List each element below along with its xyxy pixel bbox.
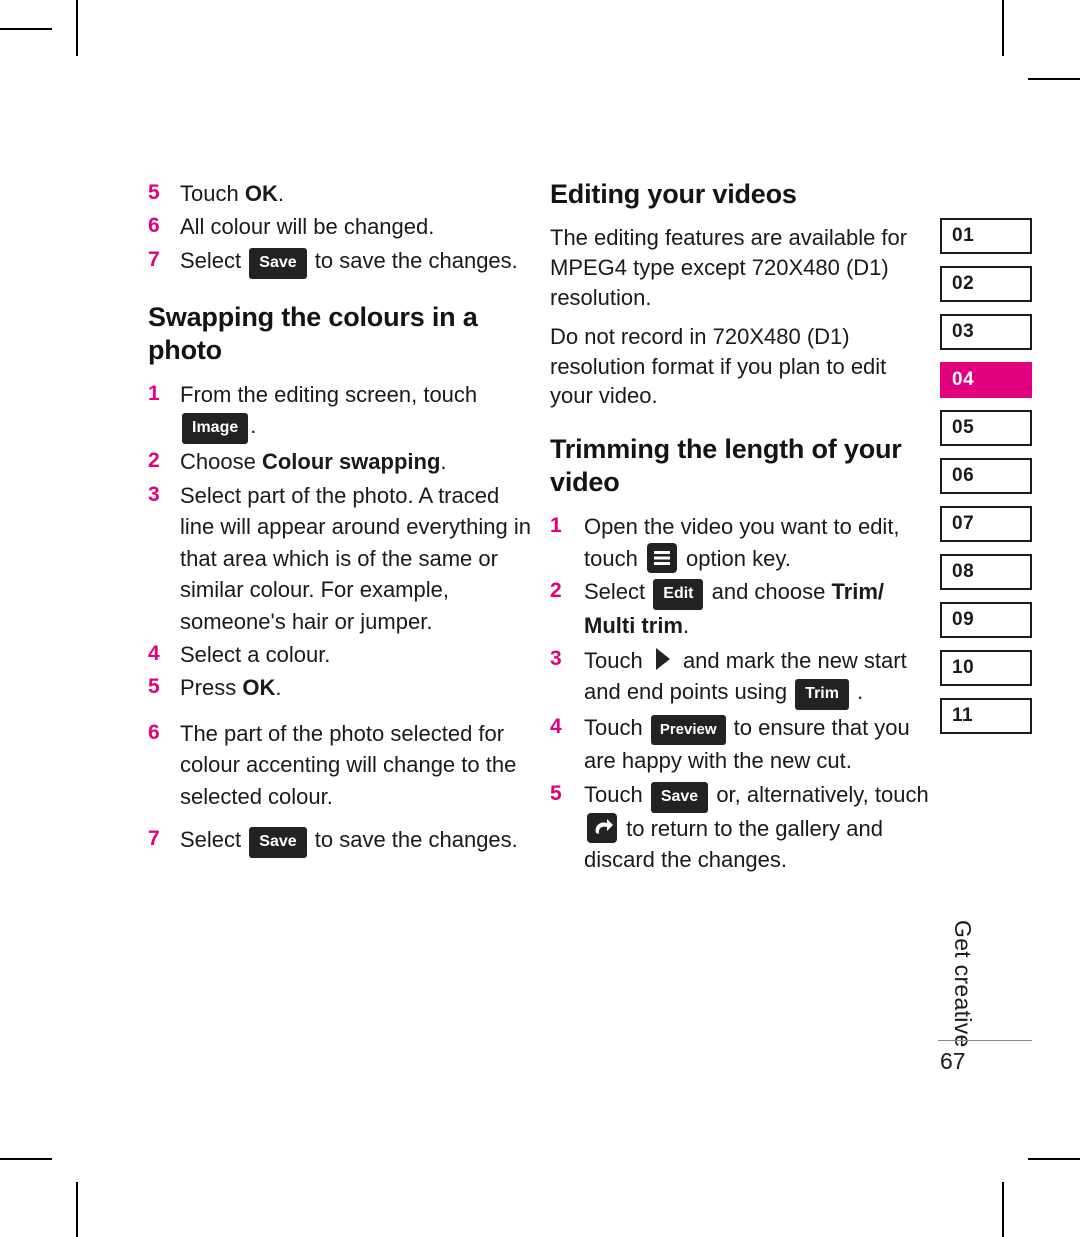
step-number: 2 [550,579,562,603]
page-title-trimming: Trimming the length of your video [550,434,902,498]
save-key-chip[interactable]: Save [249,247,307,279]
list-item: 4 Touch Preview to ensure that you are h… [550,712,935,776]
step-number: 4 [148,641,160,665]
swapping-colours-steps: 1 From the editing screen, touch Image. … [148,379,538,859]
step-text: Select [180,247,248,273]
step-text: Press [180,675,243,701]
continued-steps-list: 5 Touch OK. 6 All colour will be changed… [148,178,538,279]
step-text: Select [180,827,248,853]
chapter-tab-rail: 01 02 03 04 05 06 07 08 09 10 11 [940,218,1032,746]
paragraph-editing-features: The editing features are available for M… [550,224,908,310]
step-bold: OK [242,675,276,701]
chapter-tab-04[interactable]: 04 [940,362,1032,398]
step-number: 7 [148,247,160,271]
step-text-post: to save the changes. [308,247,518,273]
step-number: 6 [148,720,160,744]
step-text-post: . [683,613,690,639]
edit-key-chip[interactable]: Edit [653,579,704,611]
step-number: 7 [148,827,160,851]
step-text-mid: and choose [705,579,832,605]
step-bold: OK [244,181,278,206]
list-item: 7 Select Save to save the changes. [148,824,538,859]
step-number: 2 [148,449,160,473]
menu-option-key-icon[interactable] [646,542,677,573]
step-text: From the editing screen, touch [180,381,478,407]
step-text: Touch [584,715,649,741]
step-text: Touch [180,181,245,206]
step-number: 5 [148,181,160,204]
step-text-post: . [440,449,447,475]
chapter-tab-05[interactable]: 05 [940,410,1032,446]
chapter-tab-01[interactable]: 01 [940,218,1032,254]
list-item: 4 Select a colour. [148,639,538,670]
step-number: 3 [550,646,562,670]
list-item: 1 Open the video you want to edit, touch… [550,511,935,574]
step-text-post: . [850,679,864,705]
trim-key-chip[interactable]: Trim [795,679,849,711]
image-key-chip[interactable]: Image [182,413,249,445]
step-number: 3 [148,482,160,506]
step-text-post: . [275,675,282,701]
chapter-tab-10[interactable]: 10 [940,650,1032,686]
step-text-post: . [277,181,284,206]
chapter-tab-09[interactable]: 09 [940,602,1032,638]
list-item: 6 The part of the photo selected for col… [148,718,538,812]
step-text: The part of the photo selected for colou… [180,720,517,809]
left-column: 5 Touch OK. 6 All colour will be changed… [148,178,538,860]
step-text-post: to save the changes. [308,827,518,853]
step-text-post: to return to the gallery and discard the… [584,815,883,872]
step-text-post: option key. [679,545,791,571]
step-number: 1 [148,381,160,405]
step-text: Touch [584,647,649,673]
save-key-chip[interactable]: Save [249,827,307,859]
page-title-editing-videos: Editing your videos [550,179,797,209]
preview-key-chip[interactable]: Preview [650,715,726,746]
page-title-swapping-colours: Swapping the colours in a photo [148,301,478,365]
paragraph-do-not-record: Do not record in 720X480 (D1) resolution… [550,323,887,409]
chapter-tab-07[interactable]: 07 [940,506,1032,542]
footer-rule [938,1040,1032,1041]
list-item: 5 Touch Save or, alternatively, touch to… [550,779,935,876]
chapter-tab-02[interactable]: 02 [940,266,1032,302]
step-bold: Colour swapping [261,449,441,475]
step-text: Touch [584,781,649,807]
list-item: 3 Touch and mark the new start and end p… [550,644,935,711]
right-column: Editing your videos The editing features… [550,178,935,877]
list-item: 6 All colour will be changed. [148,211,538,242]
step-number: 5 [148,675,160,699]
step-text: Select a colour. [180,641,331,667]
chapter-tab-08[interactable]: 08 [940,554,1032,590]
step-text: Select [584,579,652,605]
step-text: All colour will be changed. [180,214,435,240]
step-number: 5 [550,781,562,805]
step-number: 1 [550,514,562,538]
step-text-post: . [250,413,257,439]
chapter-tab-03[interactable]: 03 [940,314,1032,350]
trimming-steps: 1 Open the video you want to edit, touch… [550,511,935,875]
chapter-tab-06[interactable]: 06 [940,458,1032,494]
list-item: 2 Choose Colour swapping. [148,446,538,477]
list-item: 3 Select part of the photo. A traced lin… [148,480,538,637]
play-marker-icon[interactable] [653,644,673,674]
step-text: Select part of the photo. A traced line … [180,482,531,634]
page-number: 67 [940,1048,966,1074]
list-item: 5 Press OK. [148,672,538,703]
chapter-tab-11[interactable]: 11 [940,698,1032,734]
step-text-mid: or, alternatively, touch [710,781,929,807]
manual-page: 5 Touch OK. 6 All colour will be changed… [0,0,1080,1237]
save-key-chip[interactable]: Save [650,781,709,813]
back-arrow-icon[interactable] [587,812,617,843]
list-item: 7 Select Save to save the changes. [148,245,538,279]
list-item: 1 From the editing screen, touch Image. [148,379,538,445]
list-item: 2 Select Edit and choose Trim/ Multi tri… [550,576,935,641]
step-number: 4 [550,715,562,739]
step-number: 6 [148,214,160,238]
step-text: Choose [180,449,262,475]
list-item: 5 Touch OK. [148,178,538,209]
